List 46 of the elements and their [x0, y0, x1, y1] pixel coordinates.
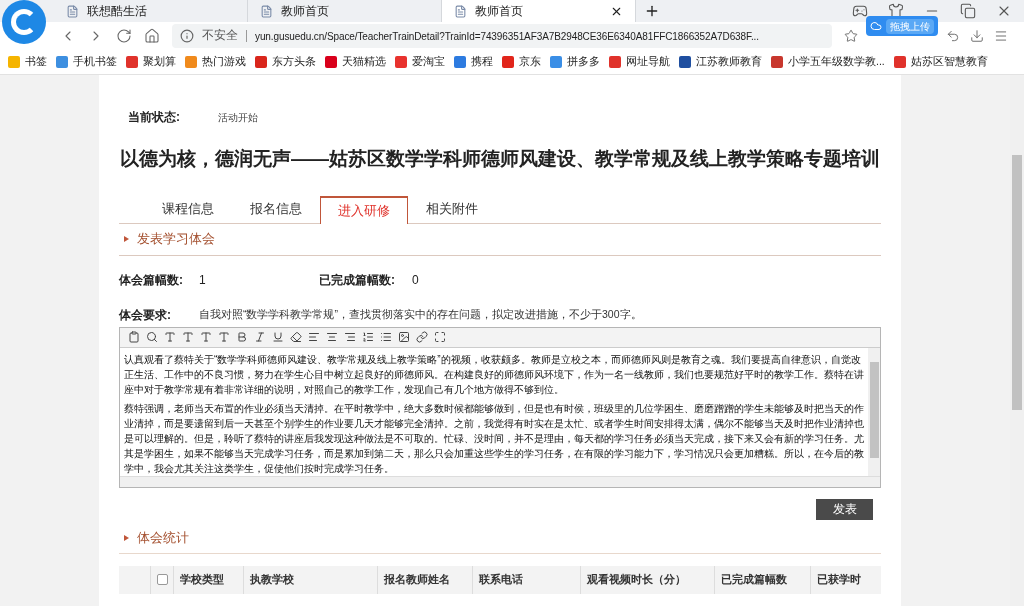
bookmark-item[interactable]: 小学五年级数学教... [771, 54, 885, 70]
status-label: 当前状态: [128, 109, 181, 126]
requirement-text: 自我对照“数学学科教学常规”，查找贯彻落实中的存在问题，拟定改进措施，不少于300字。 [199, 306, 642, 322]
browser-tab[interactable]: 教师首页 [442, 0, 636, 22]
content-tab[interactable]: 进入研修 [320, 195, 408, 224]
bookmark-item[interactable]: 热门游戏 [185, 54, 246, 70]
section-heading: 体会统计 [137, 529, 189, 547]
address-field[interactable]: 不安全 yun.gusuedu.cn/Space/TeacherTrainDetail?TrainId=74396351AF3A7B2948CE36E6340A81FFC1866352A7D638F... [172, 24, 832, 48]
tab-title: 教师首页 [475, 3, 524, 20]
content-tab[interactable]: 相关附件 [408, 194, 496, 223]
bookmark-item[interactable]: 携程 [454, 54, 493, 70]
bookmark-item[interactable]: 姑苏区智慧教育 [893, 54, 988, 70]
column-header: 执教学校 [243, 565, 377, 594]
editor-paragraph: 蔡特强调，老师当天布置的作业必须当天清掉。在平时教学中，绝大多数时候都能够做到，但是也有时侯，班级里的几位学困生、磨磨蹭蹭的学生未能够及时把当天的作业清掉，而是要遗留到后一天甚至个别学生的作业要几天才能够完全清掉。之前，我觉得有时实在是太忙、或者学生时间安排得太满，偶尔不能够当天及时把作业清掉也是可以理解的。但是，聆听了蔡特的讲座后我发现这种做法是不可取的。忙碌、没时间，并不是理由，每天都的学习任务必须当天完成，接下来又会有新的学习任务。尤其是学困生，如果不能够当天完成学习任务，而是累加到第二天，那么只会加重这些学生的学习任务，在有限的学习能力下，学习情况只会更加糟糕。所以，在今后的教学中，我会尤其关注这类学生，促使他们按时完成学习任务。 [124, 401, 864, 476]
content-tab[interactable]: 课程信息 [144, 194, 232, 223]
editor-paragraph: 认真观看了蔡特关于“数学学科师德师风建设、教学常规及线上教学策略”的视频，收获颇多。教师是立校之本，而师德师风则是教育之魂。我们要提高自律意识，自觉改正生活、工作中的不良习惯，努力在学生心目中树立起良好的师德师风。在构建良好的师德师风环境下，作为一名一线教师，我们也要规范好平时的教学工作。蔡特在讲座中对于教学常规有着非常详细的说明，对照自己的教学工作，发现自己有几个地方做得不够到位。 [124, 352, 864, 397]
bookmark-item[interactable]: 手机书签 [56, 54, 117, 70]
count-label: 体会篇幅数: [119, 271, 184, 289]
count-value: 1 [199, 271, 207, 289]
bookmark-item[interactable]: 东方头条 [255, 54, 316, 70]
done-label: 已完成篇幅数: [319, 271, 396, 289]
column-header: 已获学时 [810, 565, 881, 594]
column-header: 观看视频时长（分） [580, 565, 714, 594]
bookmark-item[interactable]: 爱淘宝 [395, 54, 445, 70]
tab-title: 联想酷生活 [87, 3, 148, 20]
bookmark-item[interactable]: 网址导航 [609, 54, 670, 70]
bookmark-item[interactable]: 天猫精选 [325, 54, 386, 70]
content-tab[interactable]: 报名信息 [232, 194, 320, 223]
tab-title: 教师首页 [281, 3, 330, 20]
requirement-label: 体会要求: [119, 306, 172, 324]
section-heading: 发表学习体会 [137, 230, 215, 248]
bookmark-item[interactable]: 江苏教师教育 [679, 54, 762, 70]
url-text: yun.gusuedu.cn/Space/TeacherTrainDetail?TrainId=74396351AF3A7B2948CE36E6340A81FFC1866352A7D638F... [255, 29, 759, 44]
bookmark-item[interactable]: 聚划算 [126, 54, 176, 70]
column-header: 联系电话 [472, 565, 580, 594]
column-header: 报名教师姓名 [377, 565, 472, 594]
security-label: 不安全 [202, 28, 238, 44]
bookmark-item[interactable]: 京东 [502, 54, 541, 70]
status-value: 活动开始 [218, 110, 258, 125]
done-value: 0 [412, 271, 419, 289]
submit-button[interactable]: 发表 [816, 498, 873, 520]
column-header: 已完成篇幅数 [714, 565, 810, 594]
bookmark-item[interactable]: 拼多多 [550, 54, 600, 70]
bookmark-item[interactable]: 书签 [8, 54, 47, 70]
page-title: 以德为核，德润无声——姑苏区数学学科师德师风建设、教学常规及线上教学策略专题培训 [119, 147, 881, 171]
column-header: 学校类型 [173, 565, 243, 594]
